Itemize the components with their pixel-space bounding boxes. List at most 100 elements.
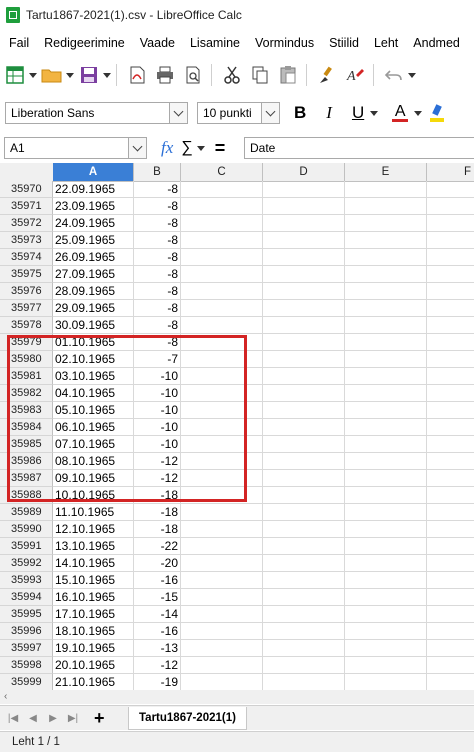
open-button[interactable] [39, 62, 65, 88]
cell-empty[interactable] [181, 623, 263, 640]
row-header[interactable]: 35975 [0, 266, 53, 283]
new-dropdown-icon[interactable] [29, 72, 37, 78]
cell-value[interactable]: -16 [134, 623, 181, 640]
cell-empty[interactable] [427, 249, 474, 266]
cell-value[interactable]: -10 [134, 368, 181, 385]
cell-empty[interactable] [345, 504, 427, 521]
column-header-a[interactable]: A [53, 163, 134, 181]
row-header[interactable]: 35989 [0, 504, 53, 521]
cell-value[interactable]: -12 [134, 470, 181, 487]
row-header[interactable]: 35999 [0, 674, 53, 691]
cell-date[interactable]: 09.10.1965 [53, 470, 134, 487]
cell-empty[interactable] [427, 215, 474, 232]
cell-empty[interactable] [345, 385, 427, 402]
cell-empty[interactable] [181, 385, 263, 402]
cell-empty[interactable] [345, 334, 427, 351]
cell-empty[interactable] [345, 470, 427, 487]
row-header[interactable]: 35987 [0, 470, 53, 487]
cell-value[interactable]: -16 [134, 572, 181, 589]
cell-date[interactable]: 12.10.1965 [53, 521, 134, 538]
cell-date[interactable]: 16.10.1965 [53, 589, 134, 606]
cell-empty[interactable] [263, 487, 345, 504]
cell-empty[interactable] [345, 249, 427, 266]
row-header[interactable]: 35973 [0, 232, 53, 249]
row-header[interactable]: 35992 [0, 555, 53, 572]
cell-value[interactable]: -19 [134, 674, 181, 691]
cell-date[interactable]: 13.10.1965 [53, 538, 134, 555]
cell-empty[interactable] [345, 368, 427, 385]
cell-value[interactable]: -7 [134, 351, 181, 368]
cell-empty[interactable] [345, 232, 427, 249]
cell-empty[interactable] [263, 436, 345, 453]
font-color-dropdown-icon[interactable] [414, 110, 423, 116]
cell-date[interactable]: 18.10.1965 [53, 623, 134, 640]
cell-empty[interactable] [427, 640, 474, 657]
cell-value[interactable]: -8 [134, 300, 181, 317]
row-header[interactable]: 35988 [0, 487, 53, 504]
menu-edit[interactable]: Redigeerimine [44, 36, 125, 50]
save-button[interactable] [76, 62, 102, 88]
cell-value[interactable]: -12 [134, 657, 181, 674]
cell-date[interactable]: 06.10.1965 [53, 419, 134, 436]
sum-icon[interactable]: ∑ [181, 139, 192, 157]
cell-empty[interactable] [345, 198, 427, 215]
cell-date[interactable]: 14.10.1965 [53, 555, 134, 572]
cell-empty[interactable] [345, 623, 427, 640]
cell-empty[interactable] [427, 521, 474, 538]
cell-date[interactable]: 21.10.1965 [53, 674, 134, 691]
cell-empty[interactable] [427, 419, 474, 436]
cell-empty[interactable] [181, 266, 263, 283]
cell-empty[interactable] [263, 504, 345, 521]
row-header[interactable]: 35971 [0, 198, 53, 215]
cell-empty[interactable] [427, 402, 474, 419]
cell-empty[interactable] [181, 470, 263, 487]
cell-empty[interactable] [345, 436, 427, 453]
column-header-b[interactable]: B [134, 163, 181, 181]
cell-empty[interactable] [263, 453, 345, 470]
sum-dropdown-icon[interactable] [196, 145, 205, 151]
cell-value[interactable]: -12 [134, 453, 181, 470]
cell-empty[interactable] [181, 402, 263, 419]
cell-empty[interactable] [345, 317, 427, 334]
cell-value[interactable]: -14 [134, 606, 181, 623]
cell-empty[interactable] [181, 368, 263, 385]
cell-empty[interactable] [181, 351, 263, 368]
row-header[interactable]: 35979 [0, 334, 53, 351]
cell-empty[interactable] [181, 198, 263, 215]
cell-date[interactable]: 27.09.1965 [53, 266, 134, 283]
cell-value[interactable]: -10 [134, 419, 181, 436]
cell-empty[interactable] [263, 674, 345, 691]
sheet-tab[interactable]: Tartu1867-2021(1) [128, 707, 247, 730]
cell-empty[interactable] [427, 198, 474, 215]
cell-value[interactable]: -8 [134, 283, 181, 300]
cell-empty[interactable] [345, 487, 427, 504]
cell-value[interactable]: -10 [134, 402, 181, 419]
cell-empty[interactable] [263, 198, 345, 215]
cell-empty[interactable] [345, 215, 427, 232]
cell-empty[interactable] [181, 317, 263, 334]
cell-empty[interactable] [345, 589, 427, 606]
cell-empty[interactable] [181, 249, 263, 266]
column-header-f[interactable]: F [427, 163, 474, 181]
font-color-button[interactable]: A [392, 103, 409, 122]
cell-empty[interactable] [263, 402, 345, 419]
row-header[interactable]: 35993 [0, 572, 53, 589]
last-sheet-icon[interactable]: ▶| [66, 711, 80, 725]
cell-empty[interactable] [181, 215, 263, 232]
cell-value[interactable]: -8 [134, 215, 181, 232]
cell-empty[interactable] [263, 249, 345, 266]
cell-empty[interactable] [263, 368, 345, 385]
first-sheet-icon[interactable]: |◀ [6, 711, 20, 725]
cell-empty[interactable] [263, 606, 345, 623]
cell-empty[interactable] [427, 623, 474, 640]
row-header[interactable]: 35978 [0, 317, 53, 334]
cell-empty[interactable] [427, 232, 474, 249]
cell-date[interactable]: 28.09.1965 [53, 283, 134, 300]
row-header[interactable]: 35986 [0, 453, 53, 470]
add-sheet-icon[interactable]: + [94, 708, 105, 729]
row-header[interactable]: 35994 [0, 589, 53, 606]
name-box[interactable]: A1 [4, 137, 147, 159]
cell-empty[interactable] [263, 334, 345, 351]
row-header[interactable]: 35995 [0, 606, 53, 623]
cell-value[interactable]: -8 [134, 181, 181, 198]
